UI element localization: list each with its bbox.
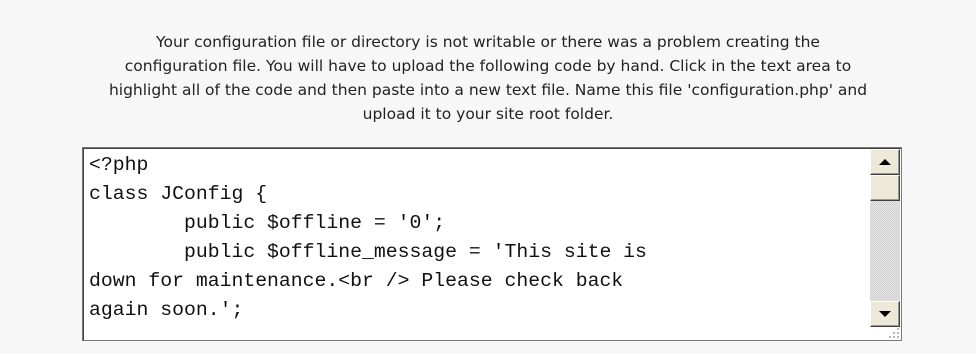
message-line: configuration file. You will have to upl… bbox=[124, 57, 852, 75]
scrollbar-thumb[interactable] bbox=[870, 175, 900, 201]
code-line: class JConfig { bbox=[89, 183, 268, 205]
code-line: public $offline_message = 'This site is bbox=[89, 241, 647, 263]
code-line: again soon.'; bbox=[89, 299, 244, 321]
page: Your configuration file or directory is … bbox=[0, 0, 976, 354]
message-line: Your configuration file or directory is … bbox=[156, 33, 820, 51]
code-line: <?php bbox=[89, 154, 149, 176]
scroll-up-button[interactable] bbox=[870, 149, 900, 175]
vertical-scrollbar[interactable] bbox=[870, 149, 900, 327]
code-line: public $offline = '0'; bbox=[89, 212, 446, 234]
message-line: upload it to your site root folder. bbox=[362, 105, 614, 123]
arrow-down-icon bbox=[879, 311, 891, 317]
arrow-up-icon bbox=[879, 159, 891, 165]
instruction-message: Your configuration file or directory is … bbox=[20, 30, 956, 126]
configuration-code-textarea[interactable]: <?php class JConfig { public $offline = … bbox=[82, 147, 902, 341]
message-line: highlight all of the code and then paste… bbox=[108, 81, 868, 99]
code-text[interactable]: <?php class JConfig { public $offline = … bbox=[89, 151, 865, 340]
resize-grip-icon[interactable] bbox=[885, 326, 899, 338]
code-line: down for maintenance.<br /> Please check… bbox=[89, 270, 624, 292]
scroll-down-button[interactable] bbox=[870, 301, 900, 327]
